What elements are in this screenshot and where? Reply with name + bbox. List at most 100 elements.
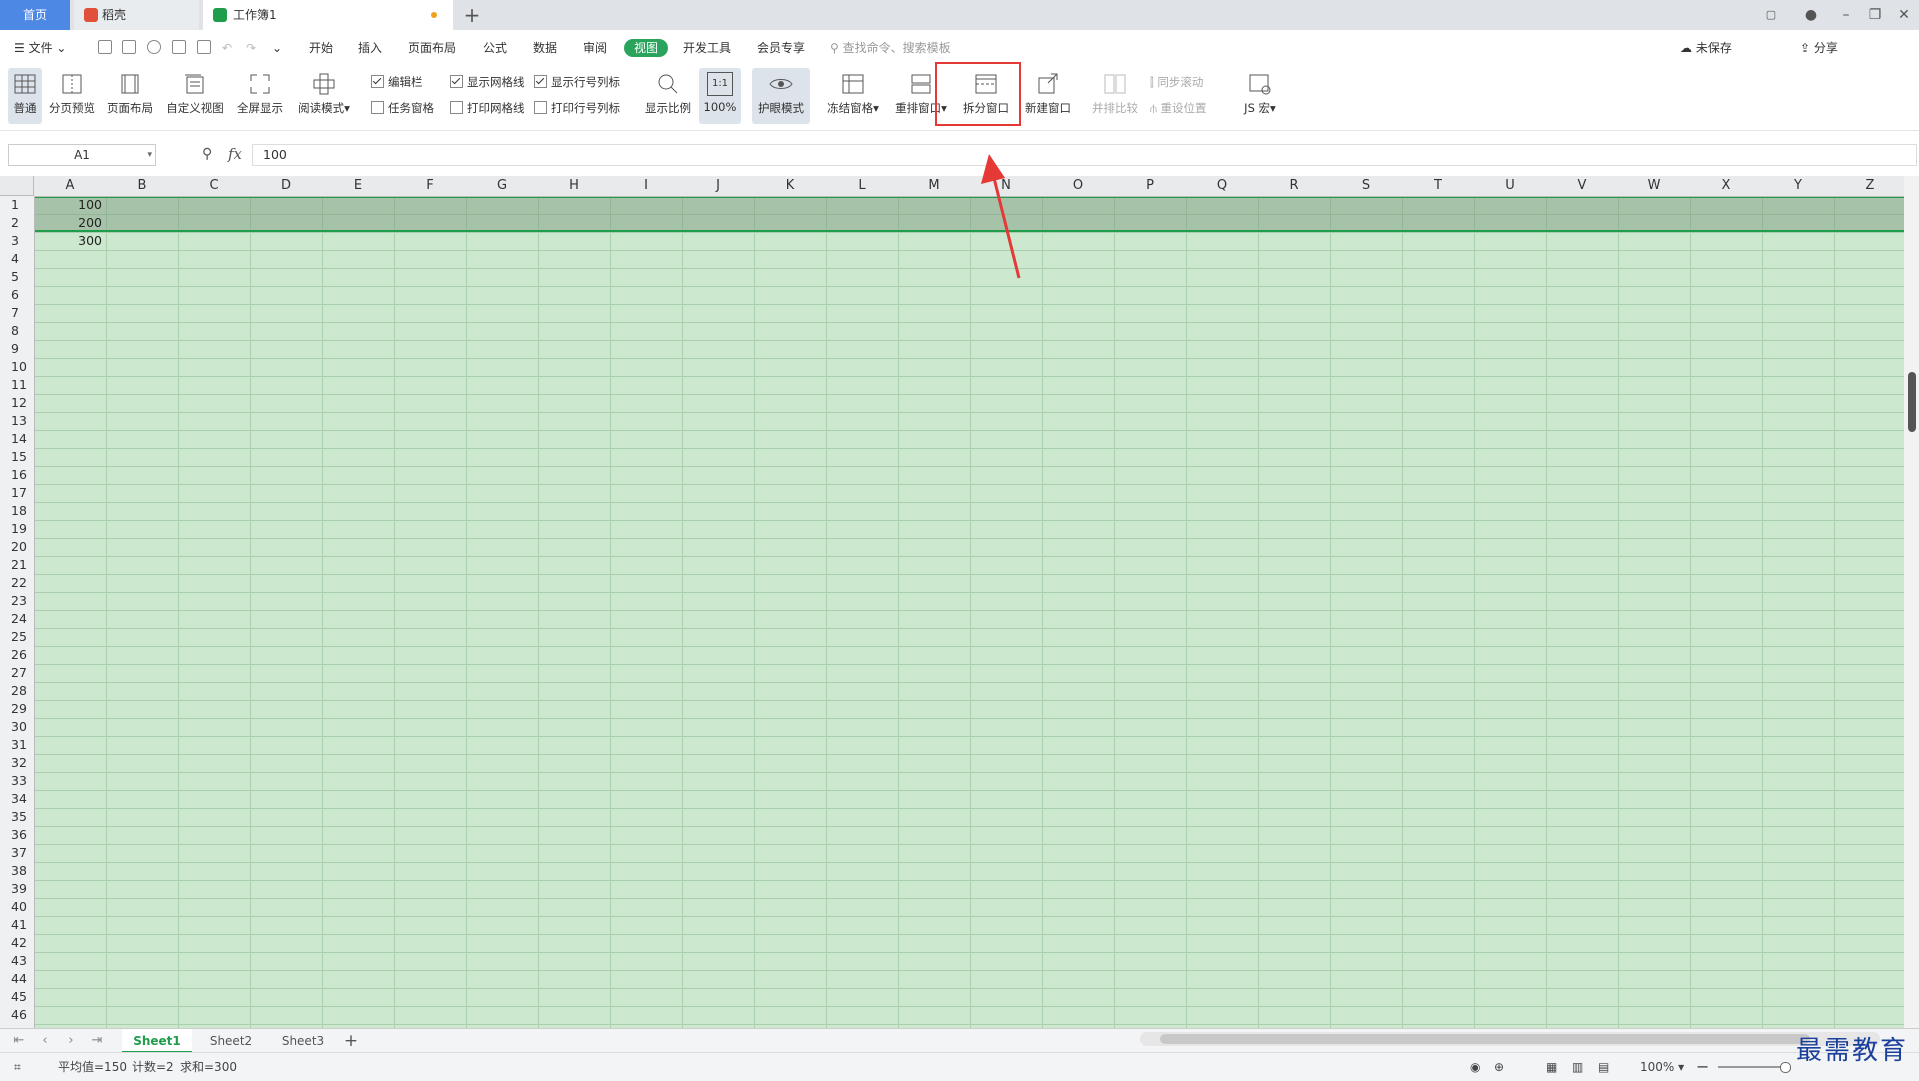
row-header-8[interactable]: 8 — [0, 322, 39, 340]
column-header-g[interactable]: G — [466, 176, 538, 196]
zoom-slider-track[interactable] — [1718, 1066, 1788, 1068]
column-header-d[interactable]: D — [250, 176, 322, 196]
vertical-scrollbar[interactable] — [1904, 176, 1919, 1028]
customize-toolbar-icon[interactable]: ⌄ — [272, 39, 282, 57]
row-header-45[interactable]: 45 — [0, 988, 39, 1006]
page-layout-status-icon[interactable]: ▥ — [1572, 1059, 1583, 1075]
macro-record-icon[interactable]: ⌗ — [14, 1059, 21, 1075]
new-tab-button[interactable]: + — [462, 3, 482, 27]
js-macro-button[interactable]: JS 宏▾ — [1236, 68, 1284, 124]
row-header-39[interactable]: 39 — [0, 880, 39, 898]
sheet-tab-2[interactable]: Sheet2 — [196, 1029, 266, 1053]
share-button[interactable]: ⇪ 分享 — [1800, 39, 1838, 57]
tab-home[interactable]: 首页 — [0, 0, 70, 30]
normal-view-status-icon[interactable]: ▦ — [1546, 1059, 1557, 1075]
row-header-28[interactable]: 28 — [0, 682, 39, 700]
vertical-scroll-thumb[interactable] — [1908, 372, 1916, 432]
menu-data[interactable]: 数据 — [533, 39, 557, 57]
normal-view-button[interactable]: 普通 — [8, 68, 42, 124]
row-header-22[interactable]: 22 — [0, 574, 39, 592]
column-header-s[interactable]: S — [1330, 176, 1402, 196]
column-header-k[interactable]: K — [754, 176, 826, 196]
print-icon[interactable] — [172, 40, 186, 54]
edit-bar-checkbox[interactable]: 编辑栏 — [371, 74, 423, 90]
add-sheet-icon[interactable]: + — [342, 1032, 360, 1050]
tab-docer[interactable]: 稻壳 — [74, 0, 199, 30]
row-header-25[interactable]: 25 — [0, 628, 39, 646]
formula-input[interactable]: 100 — [252, 144, 1917, 166]
column-header-j[interactable]: J — [682, 176, 754, 196]
input-method-icon[interactable]: ⊕ — [1494, 1059, 1504, 1075]
row-header-18[interactable]: 18 — [0, 502, 39, 520]
row-header-40[interactable]: 40 — [0, 898, 39, 916]
format-painter-icon[interactable] — [147, 40, 161, 54]
sync-scroll-button[interactable]: ⫿ 同步滚动 — [1150, 74, 1203, 90]
row-header-43[interactable]: 43 — [0, 952, 39, 970]
cell-a3[interactable]: 300 — [34, 232, 106, 250]
undo-icon[interactable]: ↶ — [222, 39, 232, 57]
row-header-17[interactable]: 17 — [0, 484, 39, 502]
redo-icon[interactable]: ↷ — [246, 39, 256, 57]
column-header-i[interactable]: I — [610, 176, 682, 196]
cell-a2[interactable]: 200 — [34, 214, 106, 232]
window-count-icon[interactable]: ▢ — [1760, 4, 1782, 26]
custom-view-button[interactable]: 自定义视图 — [164, 68, 226, 124]
row-header-7[interactable]: 7 — [0, 304, 39, 322]
row-header-19[interactable]: 19 — [0, 520, 39, 538]
row-header-42[interactable]: 42 — [0, 934, 39, 952]
column-header-f[interactable]: F — [394, 176, 466, 196]
select-all-corner[interactable] — [0, 176, 34, 196]
column-header-r[interactable]: R — [1258, 176, 1330, 196]
column-header-v[interactable]: V — [1546, 176, 1618, 196]
minimize-icon[interactable]: – — [1835, 4, 1857, 26]
row-header-38[interactable]: 38 — [0, 862, 39, 880]
column-header-b[interactable]: B — [106, 176, 178, 196]
column-header[interactable]: ABCDEFGHIJKLMNOPQRSTUVWXYZ — [34, 176, 1904, 197]
row-header-27[interactable]: 27 — [0, 664, 39, 682]
column-header-a[interactable]: A — [34, 176, 106, 196]
prev-sheet-icon[interactable]: ‹ — [36, 1032, 54, 1050]
row-header-41[interactable]: 41 — [0, 916, 39, 934]
menu-home[interactable]: 开始 — [309, 39, 333, 57]
row-header-32[interactable]: 32 — [0, 754, 39, 772]
row-header-23[interactable]: 23 — [0, 592, 39, 610]
row-header-16[interactable]: 16 — [0, 466, 39, 484]
row-header-10[interactable]: 10 — [0, 358, 39, 376]
menu-member[interactable]: 会员专享 — [757, 39, 805, 57]
cell-a1[interactable]: 100 — [34, 196, 106, 214]
zoom-level[interactable]: 100% ▾ — [1640, 1059, 1684, 1075]
column-header-z[interactable]: Z — [1834, 176, 1906, 196]
row-header-15[interactable]: 15 — [0, 448, 39, 466]
tab-workbook[interactable]: 工作簿1 — [203, 0, 453, 30]
print-headings-checkbox[interactable]: 打印行号列标 — [534, 100, 620, 116]
reset-position-button[interactable]: ⫛ 重设位置 — [1150, 100, 1207, 116]
column-header-e[interactable]: E — [322, 176, 394, 196]
full-screen-button[interactable]: 全屏显示 — [234, 68, 286, 124]
row-header[interactable]: 1 2 3 4 5 6 7 8 9 10 11 12 13 14 15 16 17 18 19 20 21 22 23 24 2… — [0, 196, 35, 1028]
side-by-side-button[interactable]: 并排比较 — [1090, 68, 1140, 124]
page-break-preview-button[interactable]: 分页预览 — [46, 68, 98, 124]
column-header-w[interactable]: W — [1618, 176, 1690, 196]
row-header-31[interactable]: 31 — [0, 736, 39, 754]
row-header-36[interactable]: 36 — [0, 826, 39, 844]
column-header-c[interactable]: C — [178, 176, 250, 196]
restore-icon[interactable]: ❐ — [1864, 4, 1886, 26]
column-header-m[interactable]: M — [898, 176, 970, 196]
show-gridlines-checkbox[interactable]: 显示网格线 — [450, 74, 525, 90]
row-header-21[interactable]: 21 — [0, 556, 39, 574]
avatar[interactable]: ● — [1800, 4, 1822, 26]
row-header-24[interactable]: 24 — [0, 610, 39, 628]
name-box[interactable]: A1 ▾ — [8, 144, 156, 166]
row-header-29[interactable]: 29 — [0, 700, 39, 718]
horizontal-scroll-thumb[interactable] — [1160, 1034, 1810, 1044]
column-header-y[interactable]: Y — [1762, 176, 1834, 196]
file-menu[interactable]: ☰ 文件 ⌄ — [14, 39, 66, 57]
eye-protection-button[interactable]: 护眼模式 — [752, 68, 810, 124]
row-header-33[interactable]: 33 — [0, 772, 39, 790]
column-header-l[interactable]: L — [826, 176, 898, 196]
zoom-out-icon[interactable]: − — [1696, 1059, 1709, 1075]
column-header-u[interactable]: U — [1474, 176, 1546, 196]
zoom-slider-handle[interactable] — [1780, 1062, 1791, 1073]
first-sheet-icon[interactable]: ⇤ — [10, 1032, 28, 1050]
row-header-12[interactable]: 12 — [0, 394, 39, 412]
